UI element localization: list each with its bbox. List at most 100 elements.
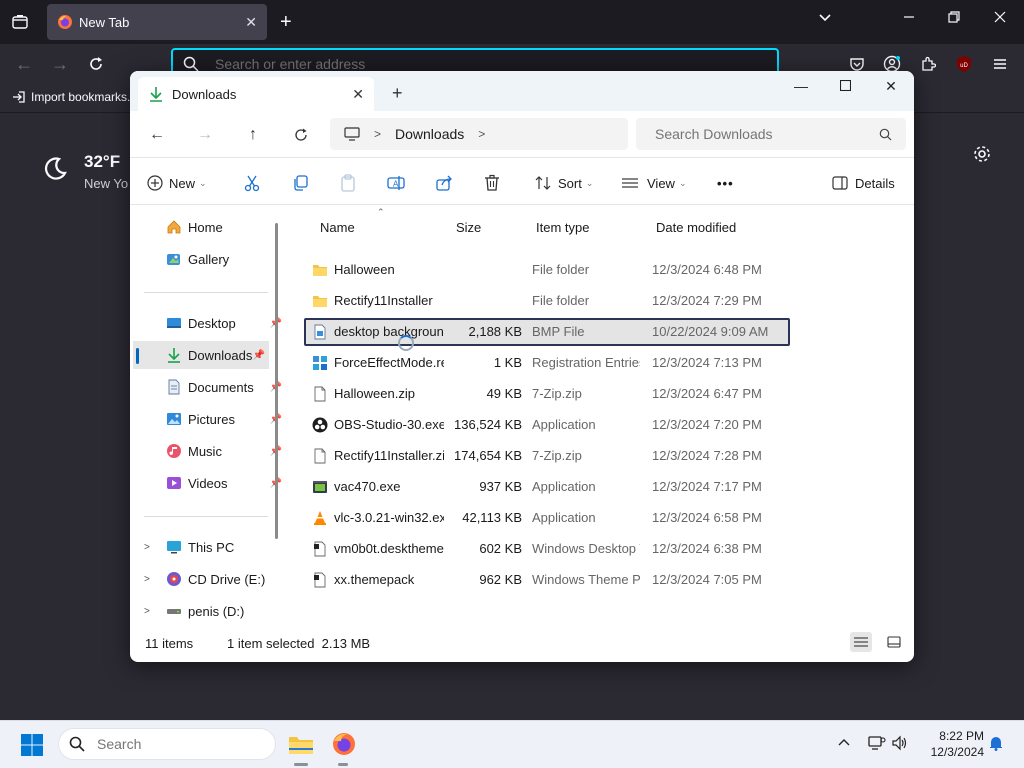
chevron-right-icon[interactable]: > [374,127,381,141]
restore-icon[interactable] [948,10,960,27]
ublock-icon[interactable]: uD [952,52,976,76]
details-view-button[interactable] [850,632,872,652]
refresh-icon[interactable] [290,124,312,146]
cd-drive-icon [167,572,181,586]
weather-widget[interactable]: 32°F New Yo [42,152,128,191]
taskbar-search-input[interactable] [95,735,249,753]
reload-icon[interactable] [84,52,108,76]
rename-button[interactable]: A [387,171,405,195]
sort-button[interactable]: Sort ⌄ [534,171,593,195]
explorer-tab-downloads[interactable]: Downloads ✕ [138,77,374,111]
column-header-date[interactable]: Date modified [656,220,736,235]
network-icon[interactable] [868,735,886,754]
search-icon [69,736,85,752]
extensions-icon[interactable] [916,52,940,76]
file-date: 12/3/2024 6:58 PM [652,510,762,525]
taskbar-firefox[interactable] [330,730,358,758]
chevron-right-icon[interactable]: > [478,127,485,141]
chevron-right-icon[interactable]: > [144,574,150,585]
file-size: 136,524 KB [454,417,522,432]
file-row[interactable]: desktop background.bmp 2,188 KB BMP File 10… [304,318,790,346]
show-hidden-icons-icon[interactable] [837,735,851,752]
file-type: Application [532,510,596,525]
file-row[interactable]: ForceEffectMode.reg 1 KB Registration Entr… [304,349,790,377]
tiles-view-button[interactable] [883,632,905,652]
forward-icon[interactable]: → [48,52,72,76]
view-button[interactable]: View ⌄ [621,171,687,195]
nav-item-gallery[interactable]: Gallery [146,245,286,273]
explorer-search-box[interactable] [636,118,906,150]
file-row[interactable]: Halloween File folder 12/3/2024 6:48 PM [304,256,790,284]
breadcrumb-downloads[interactable]: Downloads [395,126,464,142]
file-row[interactable]: vm0b0t.deskthemepack 602 KB Windows Deskto… [304,535,790,563]
file-row[interactable]: Rectify11Installer.zip 174,654 KB 7-Zip.zi… [304,442,790,470]
taskbar-clock[interactable]: 8:22 PM 12/3/2024 [918,728,984,760]
file-row[interactable]: Halloween.zip 49 KB 7-Zip.zip 12/3/2024 6:4… [304,380,790,408]
minimize-icon[interactable] [903,10,915,27]
chevron-right-icon[interactable]: > [144,542,150,553]
forward-icon[interactable]: → [194,124,216,146]
import-bookmarks-button[interactable]: Import bookmarks... [12,90,137,104]
nav-pane-scrollbar[interactable] [275,223,278,539]
new-tab-icon[interactable]: + [280,10,292,34]
browser-tab-new-tab[interactable]: New Tab ✕ [47,4,267,40]
nav-item-videos[interactable]: Videos 📌 [146,469,286,497]
file-row[interactable]: Rectify11Installer File folder 12/3/2024 7… [304,287,790,315]
list-all-tabs-icon[interactable] [818,10,832,28]
details-pane-button[interactable]: Details [832,171,895,195]
file-row[interactable]: xx.themepack 962 KB Windows Theme Pack 12/3… [304,566,790,594]
file-icon [312,386,328,402]
nav-item-downloads[interactable]: Downloads 📌 [133,341,269,369]
file-name: vac470.exe [334,479,401,494]
nav-item-home[interactable]: Home [146,213,286,241]
notification-bell-icon[interactable] [988,735,1004,754]
volume-icon[interactable] [891,735,909,754]
taskbar-file-explorer[interactable] [287,730,315,758]
column-header-size[interactable]: Size [456,220,481,235]
file-row[interactable]: OBS-Studio-30.exe 136,524 KB Application 12… [304,411,790,439]
nav-item-desktop[interactable]: Desktop 📌 [146,309,286,337]
taskbar-search-box[interactable] [58,728,276,760]
nav-item-documents[interactable]: Documents 📌 [146,373,286,401]
explorer-search-input[interactable] [653,125,879,143]
column-header-name[interactable]: Name [320,220,355,235]
nav-item-drive-d[interactable]: > penis (D:) [144,597,286,625]
start-button[interactable] [20,733,44,757]
nav-item-cd-drive[interactable]: > CD Drive (E:) Pc [144,565,286,593]
tab-list-icon[interactable] [8,8,32,36]
close-window-icon[interactable] [994,10,1006,27]
paste-button[interactable] [339,171,357,195]
close-tab-icon[interactable]: ✕ [352,86,364,103]
copy-button[interactable] [291,171,309,195]
close-window-icon[interactable]: ✕ [879,78,903,95]
file-size: 937 KB [479,479,522,494]
nav-item-this-pc[interactable]: > This PC [144,533,286,561]
file-row[interactable]: vlc-3.0.21-win32.exe 42,113 KB Application… [304,504,790,532]
search-icon [879,128,892,140]
delete-button[interactable] [483,171,501,195]
file-name: OBS-Studio-30.exe [334,417,444,432]
nav-label: Downloads [188,347,253,363]
cut-button[interactable] [243,171,261,195]
back-icon[interactable]: ← [12,52,36,76]
menu-icon[interactable] [988,52,1012,76]
new-button[interactable]: New ⌄ [147,171,207,195]
maximize-icon[interactable] [833,78,857,94]
new-tab-icon[interactable]: + [392,83,403,103]
sort-ascending-icon: ⌃ [377,207,385,217]
busy-spinner-icon [398,335,414,351]
minimize-icon[interactable]: — [789,78,813,94]
gear-icon[interactable] [972,144,992,164]
chevron-right-icon[interactable]: > [144,606,150,617]
address-bar[interactable]: > Downloads > [330,118,628,150]
file-date: 10/22/2024 9:09 AM [652,324,769,339]
close-tab-icon[interactable]: ✕ [245,14,257,31]
share-button[interactable] [435,171,453,195]
file-row[interactable]: vac470.exe 937 KB Application 12/3/2024 7:1… [304,473,790,501]
more-options-button[interactable]: ••• [717,171,734,195]
nav-item-music[interactable]: Music 📌 [146,437,286,465]
nav-item-pictures[interactable]: Pictures 📌 [146,405,286,433]
column-header-type[interactable]: Item type [536,220,589,235]
up-icon[interactable]: ↑ [242,124,264,146]
back-icon[interactable]: ← [146,124,168,146]
